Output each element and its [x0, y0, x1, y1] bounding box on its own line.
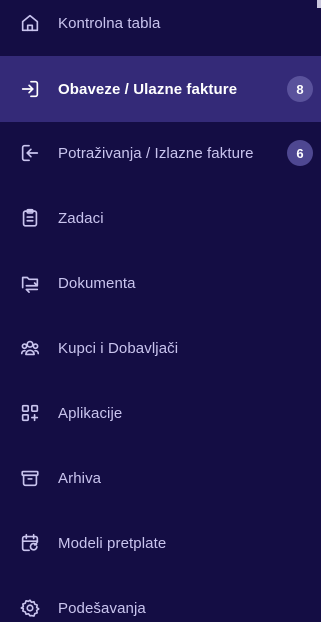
sidebar-item-label: Obaveze / Ulazne fakture: [58, 80, 238, 98]
sidebar-nav: Kontrolna tabla Obaveze / Ulazne fakture…: [0, 0, 321, 622]
sidebar-item-podesavanja[interactable]: Podešavanja: [0, 579, 321, 622]
sidebar-item-label: Dokumenta: [58, 274, 136, 292]
apps-add-icon: [19, 402, 41, 424]
count-badge: 8: [287, 76, 313, 102]
sidebar-item-aplikacije[interactable]: Aplikacije: [0, 384, 321, 442]
clipboard-icon: [19, 207, 41, 229]
folder-transfer-icon: [19, 272, 41, 294]
sidebar-item-potrazivanja[interactable]: Potraživanja / Izlazne fakture 6: [0, 124, 321, 182]
logout-icon: [19, 142, 41, 164]
sidebar-item-label: Zadaci: [58, 209, 104, 227]
sidebar-item-label: Podešavanja: [58, 599, 146, 617]
sidebar-item-label: Kupci i Dobavljači: [58, 339, 179, 357]
count-badge: 6: [287, 140, 313, 166]
sidebar-item-modeli-pretplate[interactable]: Modeli pretplate: [0, 514, 321, 572]
sidebar-item-label: Arhiva: [58, 469, 102, 487]
sidebar-item-kontrolna-tabla[interactable]: Kontrolna tabla: [0, 0, 321, 52]
sidebar-item-arhiva[interactable]: Arhiva: [0, 449, 321, 507]
gear-icon: [19, 597, 41, 619]
sidebar-item-label: Kontrolna tabla: [58, 14, 161, 32]
users-icon: [19, 337, 41, 359]
sidebar-item-label: Potraživanja / Izlazne fakture: [58, 144, 254, 162]
home-icon: [19, 12, 41, 34]
sidebar-item-obaveze[interactable]: Obaveze / Ulazne fakture 8: [0, 56, 321, 122]
sidebar-item-dokumenta[interactable]: Dokumenta: [0, 254, 321, 312]
sidebar-item-kupci-i-dobavljaci[interactable]: Kupci i Dobavljači: [0, 319, 321, 377]
sidebar-item-zadaci[interactable]: Zadaci: [0, 189, 321, 247]
sidebar-item-label: Modeli pretplate: [58, 534, 167, 552]
calendar-repeat-icon: [19, 532, 41, 554]
archive-icon: [19, 467, 41, 489]
sidebar-item-label: Aplikacije: [58, 404, 123, 422]
login-icon: [19, 78, 41, 100]
